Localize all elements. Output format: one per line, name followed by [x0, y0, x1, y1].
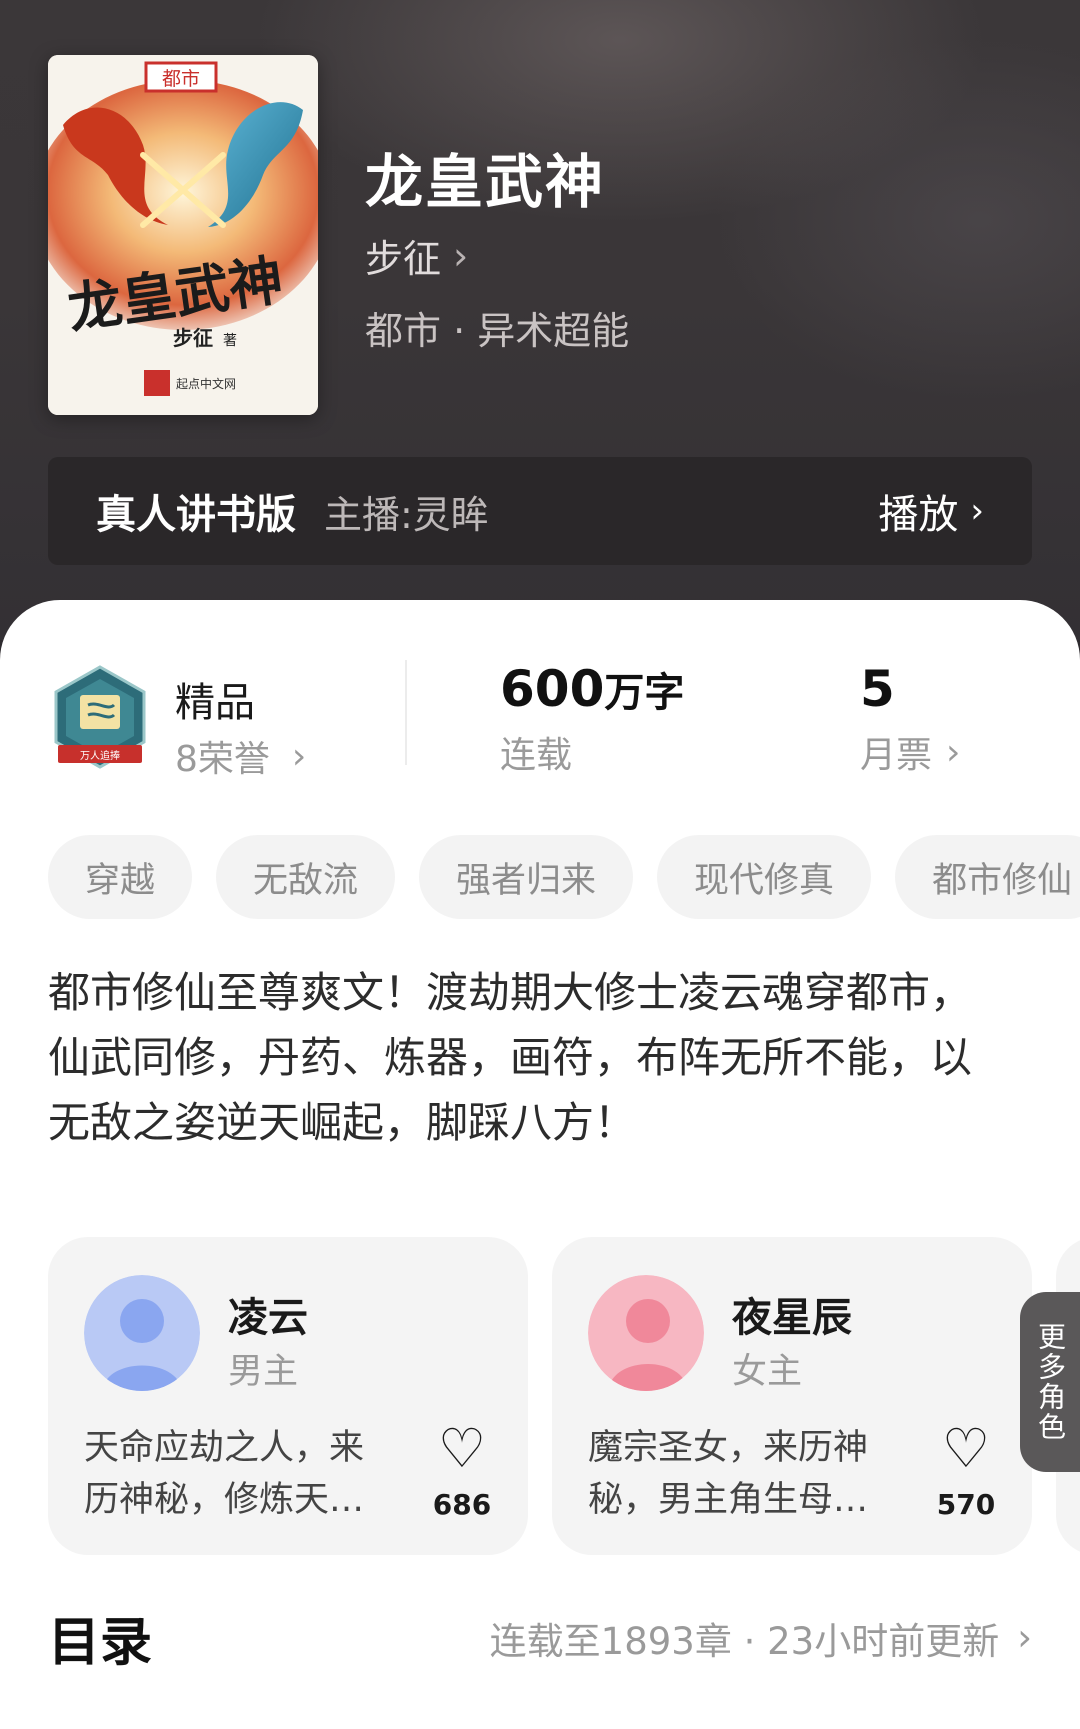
- toc-status-text: 连载至1893章 · 23小时前更新: [489, 1619, 1000, 1663]
- word-count-stat: 600万字 连载: [500, 660, 684, 778]
- tag-chip[interactable]: 现代修真: [657, 835, 872, 919]
- audio-version-bar[interactable]: 真人讲书版 主播:灵眸 播放 ›: [48, 457, 1032, 565]
- tag-chip[interactable]: 无敌流: [216, 835, 396, 919]
- quality-label: 精品: [175, 680, 255, 726]
- svg-text:著: 著: [223, 333, 237, 349]
- character-like[interactable]: ♡ 686: [432, 1422, 492, 1522]
- character-name: 凌云: [228, 1295, 308, 1341]
- honors-link[interactable]: 8荣誉 ›: [175, 730, 306, 782]
- tag-chip[interactable]: 强者归来: [419, 835, 634, 919]
- svg-text:都市: 都市: [162, 68, 200, 90]
- character-name: 夜星辰: [732, 1295, 852, 1341]
- author-link[interactable]: 步征 ›: [365, 228, 468, 283]
- chevron-right-icon: ›: [291, 735, 307, 777]
- stats-divider: [405, 660, 407, 765]
- character-like-count: 686: [432, 1488, 492, 1521]
- character-card[interactable]: 夜星辰 女主 魔宗圣女，来历神秘，男主角生母… ♡ 570: [552, 1237, 1032, 1555]
- serial-status: 连载: [500, 735, 573, 776]
- honors-count: 8荣誉: [175, 739, 270, 780]
- play-label: 播放: [878, 492, 959, 538]
- book-detail-sheet: 万人追捧 精品 8荣誉 › 600万字 连载 5 月票 › 穿越 无敌流 强者归…: [0, 600, 1080, 1729]
- chevron-right-icon: ›: [970, 491, 984, 531]
- character-avatar: [588, 1275, 704, 1391]
- character-description: 魔宗圣女，来历神秘，男主角生母…: [588, 1428, 869, 1520]
- chevron-right-icon: ›: [946, 731, 961, 773]
- character-role: 男主: [228, 1352, 299, 1392]
- character-like-count: 570: [936, 1488, 996, 1521]
- toc-update-status: 连载至1893章 · 23小时前更新 ›: [490, 1611, 1032, 1665]
- svg-text:步征: 步征: [173, 326, 213, 350]
- book-header: 都市 龙皇武神 步征 著 起点中文网 龙皇武神 步征 › 都市 · 异术超能 真…: [0, 0, 1080, 640]
- table-of-contents[interactable]: 目录 连载至1893章 · 23小时前更新 ›: [48, 1600, 1032, 1675]
- book-cover-art: 都市 龙皇武神 步征 著 起点中文网: [48, 55, 318, 415]
- tag-chip[interactable]: 都市修仙: [895, 835, 1080, 919]
- character-role: 女主: [732, 1352, 803, 1392]
- svg-text:万人追捧: 万人追捧: [80, 749, 120, 762]
- book-title: 龙皇武神: [365, 148, 606, 216]
- audio-host: 主播:灵眸: [324, 492, 489, 537]
- toc-title: 目录: [48, 1613, 153, 1673]
- monthly-votes-label: 月票: [860, 735, 933, 776]
- chevron-right-icon: ›: [1017, 1616, 1032, 1659]
- heart-outline-icon[interactable]: ♡: [432, 1422, 492, 1476]
- word-count-unit: 万字: [604, 670, 685, 716]
- character-avatar: [84, 1275, 200, 1391]
- character-description: 天命应劫之人，来历神秘，修炼天…: [84, 1428, 365, 1520]
- svg-text:起点中文网: 起点中文网: [176, 376, 236, 391]
- play-button[interactable]: 播放 ›: [878, 482, 984, 540]
- character-list: 凌云 男主 天命应劫之人，来历神秘，修炼天… ♡ 686 夜星辰 女主 魔宗圣女…: [48, 1237, 1080, 1557]
- chevron-right-icon: ›: [453, 233, 469, 278]
- character-card[interactable]: 凌云 男主 天命应劫之人，来历神秘，修炼天… ♡ 686: [48, 1237, 528, 1555]
- author-name: 步征: [365, 237, 442, 281]
- monthly-votes-stat[interactable]: 5 月票 ›: [860, 660, 960, 778]
- book-stats: 万人追捧 精品 8荣誉 › 600万字 连载 5 月票 ›: [0, 660, 1080, 780]
- tag-list: 穿越 无敌流 强者归来 现代修真 都市修仙: [48, 835, 1080, 919]
- audio-version-label: 真人讲书版: [96, 492, 296, 538]
- quality-badge-icon[interactable]: 万人追捧: [50, 665, 150, 773]
- character-like[interactable]: ♡ 570: [936, 1422, 996, 1522]
- book-synopsis[interactable]: 都市修仙至尊爽文！渡劫期大修士凌云魂穿都市，仙武同修，丹药、炼器，画符，布阵无所…: [48, 960, 1008, 1155]
- book-cover[interactable]: 都市 龙皇武神 步征 著 起点中文网: [48, 55, 318, 415]
- book-genre: 都市 · 异术超能: [365, 309, 630, 353]
- heart-outline-icon[interactable]: ♡: [936, 1422, 996, 1476]
- more-characters-button[interactable]: 更多角色: [1020, 1292, 1080, 1472]
- word-count: 600: [500, 660, 605, 718]
- monthly-votes-count: 5: [860, 660, 895, 718]
- tag-chip[interactable]: 穿越: [48, 835, 193, 919]
